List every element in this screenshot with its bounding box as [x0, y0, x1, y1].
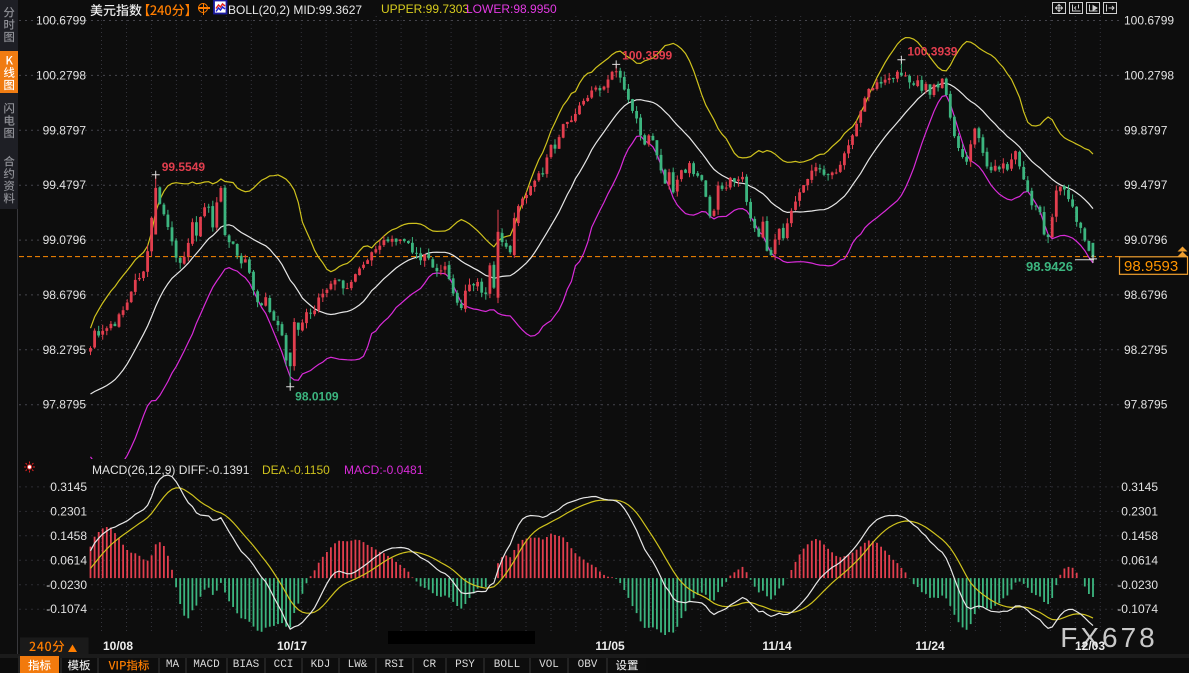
- svg-text:98.9426: 98.9426: [1026, 259, 1073, 274]
- svg-text:0.2301: 0.2301: [50, 504, 87, 518]
- svg-text:0.0614: 0.0614: [1121, 553, 1158, 567]
- svg-text:97.8795: 97.8795: [1124, 398, 1168, 412]
- svg-text:0.3145: 0.3145: [1121, 480, 1158, 494]
- svg-text:0.2301: 0.2301: [1121, 504, 1158, 518]
- svg-text:12/03: 12/03: [1075, 639, 1105, 653]
- svg-text:100.2798: 100.2798: [1124, 68, 1174, 82]
- svg-text:10/08: 10/08: [103, 639, 133, 653]
- svg-text:99.8797: 99.8797: [1124, 123, 1168, 137]
- svg-text:100.3939: 100.3939: [907, 45, 957, 59]
- svg-text:MACD:-0.0481: MACD:-0.0481: [344, 463, 424, 477]
- svg-text:98.0109: 98.0109: [295, 390, 339, 404]
- svg-text:0.1458: 0.1458: [1121, 529, 1158, 543]
- svg-text:11/24: 11/24: [915, 639, 945, 653]
- svg-text:99.5549: 99.5549: [162, 160, 206, 174]
- svg-text:100.3599: 100.3599: [622, 48, 672, 62]
- svg-text:-0.0230: -0.0230: [1117, 578, 1158, 592]
- svg-text:99.8797: 99.8797: [43, 123, 87, 137]
- svg-text:-0.1074: -0.1074: [1117, 602, 1158, 616]
- svg-text:DEA:-0.1150: DEA:-0.1150: [262, 463, 330, 477]
- svg-text:98.9593: 98.9593: [1124, 258, 1178, 275]
- svg-text:0.1458: 0.1458: [50, 529, 87, 543]
- svg-text:98.6796: 98.6796: [43, 288, 87, 302]
- svg-text:99.0796: 99.0796: [43, 233, 87, 247]
- svg-text:100.2798: 100.2798: [36, 68, 86, 82]
- svg-text:11/14: 11/14: [762, 639, 792, 653]
- svg-text:98.6796: 98.6796: [1124, 288, 1168, 302]
- svg-text:11/05: 11/05: [595, 639, 625, 653]
- svg-text:98.2795: 98.2795: [43, 343, 87, 357]
- svg-text:97.8795: 97.8795: [43, 398, 87, 412]
- svg-text:-0.0230: -0.0230: [46, 578, 87, 592]
- svg-text:99.4797: 99.4797: [1124, 178, 1168, 192]
- svg-text:MACD(26,12,9) DIFF:-0.1391: MACD(26,12,9) DIFF:-0.1391: [92, 463, 250, 477]
- svg-text:0.3145: 0.3145: [50, 480, 87, 494]
- svg-text:98.2795: 98.2795: [1124, 343, 1168, 357]
- svg-text:99.0796: 99.0796: [1124, 233, 1168, 247]
- svg-text:10/17: 10/17: [277, 639, 307, 653]
- svg-text:0.0614: 0.0614: [50, 553, 87, 567]
- svg-text:99.4797: 99.4797: [43, 178, 87, 192]
- svg-text:-0.1074: -0.1074: [46, 602, 87, 616]
